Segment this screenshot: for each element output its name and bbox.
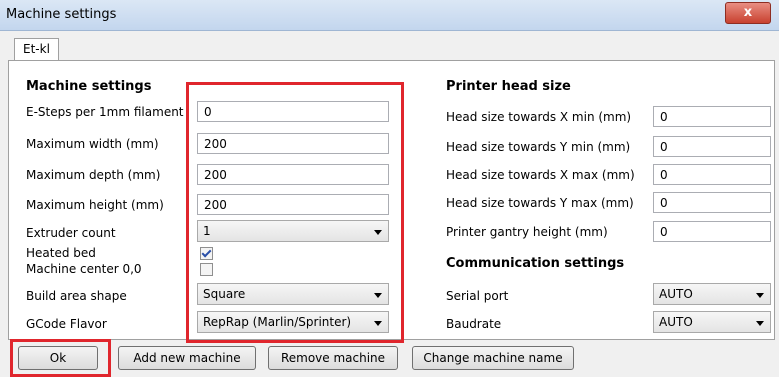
heated-bed-checkbox[interactable]: [200, 247, 213, 260]
e-steps-label: E-Steps per 1mm filament: [26, 105, 184, 119]
baudrate-select[interactable]: AUTO: [653, 311, 771, 333]
max-height-input[interactable]: [197, 194, 389, 215]
chevron-down-icon: [374, 230, 382, 235]
remove-machine-button[interactable]: Remove machine: [268, 346, 398, 370]
extruder-count-value: 1: [203, 224, 211, 238]
max-width-input[interactable]: [197, 133, 389, 154]
extruder-count-select[interactable]: 1: [197, 220, 389, 242]
add-new-machine-button[interactable]: Add new machine: [118, 346, 256, 370]
head-x-max-label: Head size towards X max (mm): [446, 168, 635, 182]
build-area-shape-label: Build area shape: [26, 289, 127, 303]
head-y-max-input[interactable]: [653, 192, 771, 213]
gcode-flavor-select[interactable]: RepRap (Marlin/Sprinter): [197, 311, 389, 333]
gantry-height-input[interactable]: [653, 221, 771, 242]
head-y-max-label: Head size towards Y max (mm): [446, 196, 634, 210]
title-bar: Machine settings x: [0, 0, 779, 31]
change-machine-name-button[interactable]: Change machine name: [412, 346, 574, 370]
max-height-label: Maximum height (mm): [26, 198, 164, 212]
chevron-down-icon: [374, 321, 382, 326]
communication-heading: Communication settings: [446, 256, 625, 271]
serial-port-label: Serial port: [446, 289, 509, 303]
tab-et-kl[interactable]: Et-kl: [14, 38, 59, 60]
chevron-down-icon: [374, 293, 382, 298]
chevron-down-icon: [756, 321, 764, 326]
head-x-min-input[interactable]: [653, 106, 771, 127]
gantry-height-label: Printer gantry height (mm): [446, 225, 608, 239]
max-depth-input[interactable]: [197, 164, 389, 185]
baudrate-value: AUTO: [659, 315, 693, 329]
printer-head-heading: Printer head size: [446, 79, 571, 94]
gcode-flavor-label: GCode Flavor: [26, 317, 107, 331]
extruder-count-label: Extruder count: [26, 226, 116, 240]
window-title: Machine settings: [6, 7, 117, 22]
heated-bed-label: Heated bed: [26, 246, 96, 260]
machine-center-checkbox[interactable]: [200, 263, 213, 276]
head-x-min-label: Head size towards X min (mm): [446, 110, 632, 124]
max-depth-label: Maximum depth (mm): [26, 168, 161, 182]
chevron-down-icon: [756, 293, 764, 298]
max-width-label: Maximum width (mm): [26, 137, 159, 151]
close-button[interactable]: x: [725, 2, 771, 24]
head-x-max-input[interactable]: [653, 164, 771, 185]
gcode-flavor-value: RepRap (Marlin/Sprinter): [203, 315, 352, 329]
machine-center-label: Machine center 0,0: [26, 262, 142, 276]
machine-settings-heading: Machine settings: [26, 79, 152, 94]
serial-port-select[interactable]: AUTO: [653, 283, 771, 305]
baudrate-label: Baudrate: [446, 317, 502, 331]
build-area-shape-select[interactable]: Square: [197, 283, 389, 305]
head-y-min-input[interactable]: [653, 136, 771, 157]
build-area-shape-value: Square: [203, 287, 246, 301]
serial-port-value: AUTO: [659, 287, 693, 301]
e-steps-input[interactable]: [197, 101, 389, 122]
ok-button[interactable]: Ok: [18, 346, 98, 370]
head-y-min-label: Head size towards Y min (mm): [446, 140, 631, 154]
